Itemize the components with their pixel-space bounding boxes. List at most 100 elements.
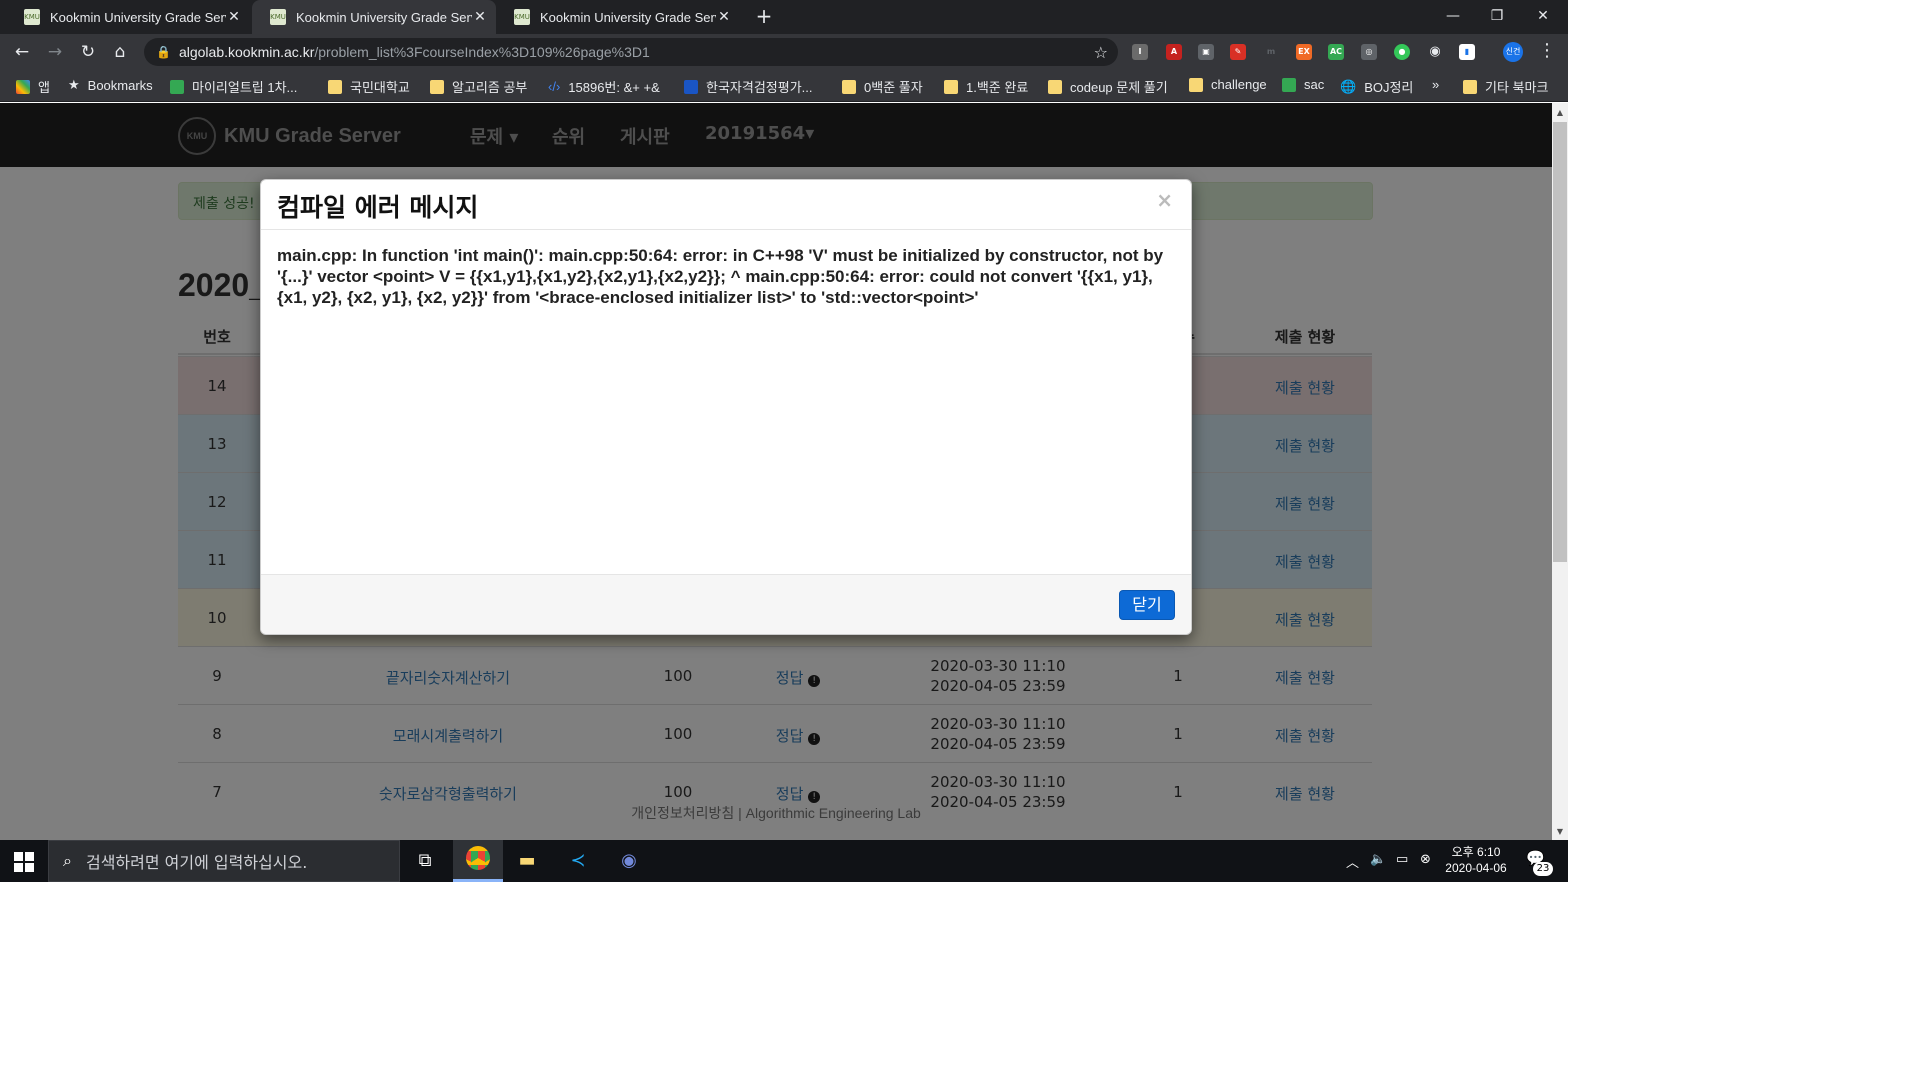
- profile-avatar[interactable]: 신건: [1503, 42, 1523, 62]
- volume-icon[interactable]: 🔈: [1370, 852, 1386, 867]
- folder-icon: [1189, 77, 1203, 92]
- clock-time: 오후 6:10: [1451, 845, 1501, 859]
- bookmark-item[interactable]: ‹/› 15896번: &+ +&: [548, 77, 660, 96]
- extension-icon[interactable]: ◎: [1361, 44, 1377, 60]
- bookmark-folder[interactable]: 국민대학교: [328, 77, 410, 96]
- star-icon: ★: [68, 77, 80, 92]
- bookmark-label: 15896번: &+ +&: [568, 80, 660, 95]
- vscode-icon[interactable]: ≺: [563, 846, 593, 876]
- apps-grid-icon: [16, 79, 30, 94]
- address-bar[interactable]: 🔒 algolab.kookmin.ac.kr /problem_list%3F…: [144, 38, 1118, 66]
- pin-extension-icon[interactable]: ✎: [1230, 44, 1246, 60]
- folder-icon: [430, 79, 444, 94]
- bookmark-folder[interactable]: challenge: [1189, 77, 1267, 92]
- tab-title: Kookmin University Grade Serve: [296, 9, 472, 25]
- bookmark-label: 한국자격검정평가...: [706, 80, 813, 95]
- folder-icon: [1463, 79, 1477, 94]
- bookmark-item[interactable]: 마이리얼트립 1차...: [170, 77, 297, 96]
- globe-icon: 🌐: [1340, 78, 1357, 94]
- tab-close-icon[interactable]: ✕: [716, 9, 732, 25]
- scroll-up-icon[interactable]: ▲: [1552, 105, 1568, 121]
- new-tab-button[interactable]: +: [752, 4, 776, 28]
- minimize-button[interactable]: —: [1430, 0, 1476, 34]
- url-host: algolab.kookmin.ac.kr: [178, 44, 315, 60]
- url-path: /problem_list%3FcourseIndex%3D109%26page…: [314, 44, 650, 60]
- forward-icon[interactable]: →: [43, 40, 67, 64]
- bookmark-label: Bookmarks: [87, 77, 153, 93]
- folder-icon: [328, 79, 342, 94]
- restore-button[interactable]: ❐: [1474, 0, 1520, 34]
- bookmark-item[interactable]: sac: [1282, 77, 1324, 92]
- scrollbar-thumb[interactable]: [1553, 122, 1567, 562]
- tab-close-icon[interactable]: ✕: [226, 9, 242, 25]
- search-icon: ⌕: [63, 851, 72, 870]
- bookmark-label: 국민대학교: [350, 80, 410, 95]
- bookmark-folder[interactable]: 0백준 풀자: [842, 77, 923, 96]
- bookmark-item[interactable]: 한국자격검정평가...: [684, 77, 813, 96]
- browser-tab[interactable]: KMU Kookmin University Grade Serve ✕: [6, 0, 250, 34]
- bookmark-label: »: [1432, 77, 1440, 92]
- network-disconnected-icon[interactable]: ⊗: [1420, 852, 1431, 867]
- bookmark-label: challenge: [1211, 77, 1267, 92]
- pdf-extension-icon[interactable]: A: [1166, 44, 1182, 60]
- browser-tab-strip: KMU Kookmin University Grade Serve ✕ KMU…: [0, 0, 1568, 34]
- modal-header: 컴파일 에러 메시지 ×: [261, 180, 1191, 230]
- folder-icon: [1048, 79, 1062, 94]
- back-icon[interactable]: ←: [10, 40, 34, 64]
- bookmark-item[interactable]: ★ Bookmarks: [68, 77, 153, 93]
- tab-title: Kookmin University Grade Serve: [540, 9, 716, 25]
- bookmark-item[interactable]: 🌐 BOJ정리: [1340, 77, 1413, 96]
- extension-icon[interactable]: AC: [1328, 44, 1344, 60]
- bookmark-favicon-icon: [684, 79, 698, 94]
- discord-icon[interactable]: ◉: [614, 846, 644, 876]
- bookmark-folder[interactable]: 알고리즘 공부: [430, 77, 527, 96]
- browser-menu-icon[interactable]: ⋮: [1538, 40, 1556, 61]
- folder-icon: [944, 79, 958, 94]
- browser-tab-active[interactable]: KMU Kookmin University Grade Serve ✕: [252, 0, 496, 34]
- browser-tab[interactable]: KMU Kookmin University Grade Serve ✕: [496, 0, 740, 34]
- extension-icon[interactable]: m: [1263, 44, 1279, 60]
- bookmark-label: codeup 문제 풀기: [1070, 80, 1168, 95]
- extension-icon[interactable]: ▮: [1459, 44, 1475, 60]
- close-button[interactable]: 닫기: [1119, 590, 1175, 620]
- extension-icon[interactable]: ◉: [1427, 44, 1443, 60]
- reload-icon[interactable]: ↻: [76, 40, 100, 64]
- bookmark-star-icon[interactable]: ☆: [1094, 43, 1108, 62]
- chrome-icon[interactable]: [463, 846, 493, 876]
- scroll-down-icon[interactable]: ▼: [1552, 824, 1568, 840]
- compile-error-modal: 컴파일 에러 메시지 × main.cpp: In function 'int …: [260, 179, 1192, 635]
- modal-title: 컴파일 에러 메시지: [277, 193, 479, 222]
- taskbar-search-input[interactable]: ⌕ 검색하려면 여기에 입력하십시오.: [48, 840, 400, 882]
- bookmark-favicon-icon: [1282, 77, 1296, 92]
- extension-icon[interactable]: EX: [1296, 44, 1312, 60]
- tab-close-icon[interactable]: ✕: [472, 9, 488, 25]
- extension-icon[interactable]: ●: [1394, 44, 1410, 60]
- site-favicon-icon: KMU: [514, 9, 530, 25]
- bookmark-folder-other[interactable]: 기타 북마크: [1463, 77, 1548, 96]
- window-close-button[interactable]: ✕: [1520, 0, 1566, 34]
- bookmark-label: 1.백준 완료: [966, 80, 1029, 95]
- bookmark-label: 기타 북마크: [1485, 80, 1549, 95]
- file-explorer-icon[interactable]: ▬: [512, 846, 542, 876]
- compile-error-message: main.cpp: In function 'int main()': main…: [277, 246, 1164, 307]
- task-view-icon[interactable]: ⧉: [410, 846, 440, 876]
- bookmark-folder[interactable]: codeup 문제 풀기: [1048, 77, 1168, 96]
- clock-date: 2020-04-06: [1445, 861, 1507, 875]
- site-favicon-icon: KMU: [24, 9, 40, 25]
- battery-icon[interactable]: ▭: [1396, 852, 1408, 867]
- lock-icon: 🔒: [156, 45, 171, 59]
- bookmarks-overflow-button[interactable]: »: [1432, 77, 1439, 92]
- tray-overflow-icon[interactable]: ︿: [1346, 852, 1359, 871]
- extension-icon[interactable]: ▣: [1198, 44, 1214, 60]
- taskbar-clock[interactable]: 오후 6:10 2020-04-06: [1440, 844, 1512, 876]
- extension-icon[interactable]: I: [1132, 44, 1148, 60]
- windows-start-icon[interactable]: [14, 852, 34, 872]
- bookmark-label: 마이리얼트립 1차...: [192, 80, 298, 95]
- bookmark-label: sac: [1304, 77, 1325, 92]
- bookmark-apps[interactable]: 앱: [16, 77, 50, 96]
- tab-title: Kookmin University Grade Serve: [50, 9, 226, 25]
- bookmark-label: BOJ정리: [1364, 80, 1414, 95]
- bookmark-folder[interactable]: 1.백준 완료: [944, 77, 1028, 96]
- modal-close-icon[interactable]: ×: [1156, 188, 1173, 212]
- home-icon[interactable]: ⌂: [108, 40, 132, 64]
